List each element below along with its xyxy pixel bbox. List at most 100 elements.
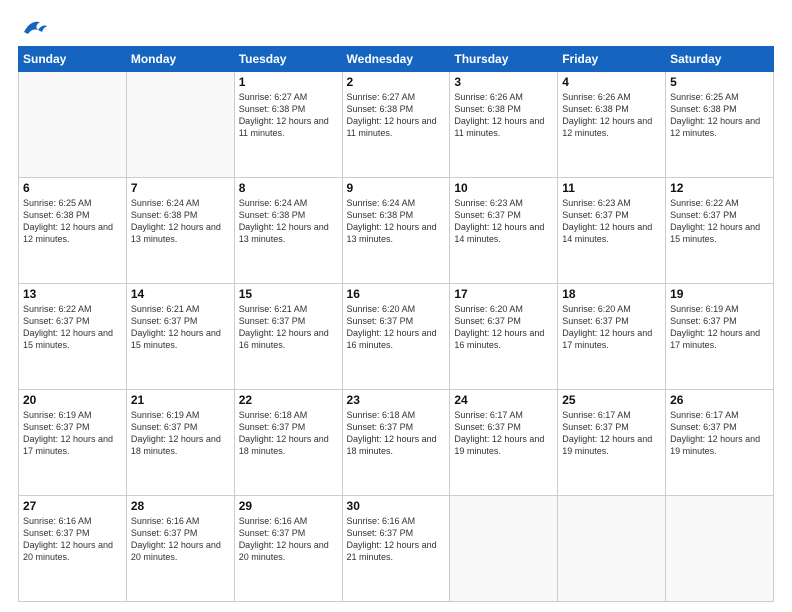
day-info: Sunrise: 6:18 AM Sunset: 6:37 PM Dayligh… bbox=[239, 409, 338, 458]
calendar-cell: 21 Sunrise: 6:19 AM Sunset: 6:37 PM Dayli… bbox=[126, 390, 234, 496]
calendar-cell: 26 Sunrise: 6:17 AM Sunset: 6:37 PM Dayli… bbox=[666, 390, 774, 496]
week-row-2: 6 Sunrise: 6:25 AM Sunset: 6:38 PM Daylig… bbox=[19, 178, 774, 284]
day-info: Sunrise: 6:26 AM Sunset: 6:38 PM Dayligh… bbox=[454, 91, 553, 140]
day-number: 1 bbox=[239, 75, 338, 89]
day-number: 23 bbox=[347, 393, 446, 407]
calendar-cell: 9 Sunrise: 6:24 AM Sunset: 6:38 PM Daylig… bbox=[342, 178, 450, 284]
day-info: Sunrise: 6:22 AM Sunset: 6:37 PM Dayligh… bbox=[23, 303, 122, 352]
day-info: Sunrise: 6:17 AM Sunset: 6:37 PM Dayligh… bbox=[670, 409, 769, 458]
day-info: Sunrise: 6:16 AM Sunset: 6:37 PM Dayligh… bbox=[23, 515, 122, 564]
calendar-cell: 15Sunrise: 6:21 AM Sunset: 6:37 PM Dayli… bbox=[234, 284, 342, 390]
day-number: 12 bbox=[670, 181, 769, 195]
day-number: 9 bbox=[347, 181, 446, 195]
week-row-5: 27 Sunrise: 6:16 AM Sunset: 6:37 PM Dayli… bbox=[19, 496, 774, 602]
day-number: 19 bbox=[670, 287, 769, 301]
day-info: Sunrise: 6:17 AM Sunset: 6:37 PM Dayligh… bbox=[454, 409, 553, 458]
day-info: Sunrise: 6:19 AM Sunset: 6:37 PM Dayligh… bbox=[131, 409, 230, 458]
day-number: 7 bbox=[131, 181, 230, 195]
day-info: Sunrise: 6:24 AM Sunset: 6:38 PM Dayligh… bbox=[131, 197, 230, 246]
calendar-cell: 20 Sunrise: 6:19 AM Sunset: 6:37 PM Dayli… bbox=[19, 390, 127, 496]
day-number: 25 bbox=[562, 393, 661, 407]
day-number: 11 bbox=[562, 181, 661, 195]
calendar-cell: 10 Sunrise: 6:23 AM Sunset: 6:37 PM Dayli… bbox=[450, 178, 558, 284]
day-info: Sunrise: 6:19 AM Sunset: 6:37 PM Dayligh… bbox=[670, 303, 769, 352]
calendar-cell: 30 Sunrise: 6:16 AM Sunset: 6:37 PM Dayli… bbox=[342, 496, 450, 602]
day-number: 4 bbox=[562, 75, 661, 89]
day-number: 18 bbox=[562, 287, 661, 301]
calendar-cell: 8 Sunrise: 6:24 AM Sunset: 6:38 PM Daylig… bbox=[234, 178, 342, 284]
day-header-sunday: Sunday bbox=[19, 47, 127, 72]
calendar-cell: 16 Sunrise: 6:20 AM Sunset: 6:37 PM Dayli… bbox=[342, 284, 450, 390]
day-info: Sunrise: 6:21 AM Sunset: 6:37 PM Dayligh… bbox=[239, 303, 338, 352]
calendar-cell: 5 Sunrise: 6:25 AM Sunset: 6:38 PM Daylig… bbox=[666, 72, 774, 178]
week-row-4: 20 Sunrise: 6:19 AM Sunset: 6:37 PM Dayli… bbox=[19, 390, 774, 496]
day-info: Sunrise: 6:16 AM Sunset: 6:37 PM Dayligh… bbox=[347, 515, 446, 564]
day-header-saturday: Saturday bbox=[666, 47, 774, 72]
day-number: 30 bbox=[347, 499, 446, 513]
calendar-cell: 11Sunrise: 6:23 AM Sunset: 6:37 PM Dayli… bbox=[558, 178, 666, 284]
calendar-cell: 13Sunrise: 6:22 AM Sunset: 6:37 PM Dayli… bbox=[19, 284, 127, 390]
day-header-thursday: Thursday bbox=[450, 47, 558, 72]
day-number: 24 bbox=[454, 393, 553, 407]
day-info: Sunrise: 6:17 AM Sunset: 6:37 PM Dayligh… bbox=[562, 409, 661, 458]
day-info: Sunrise: 6:21 AM Sunset: 6:37 PM Dayligh… bbox=[131, 303, 230, 352]
day-info: Sunrise: 6:20 AM Sunset: 6:37 PM Dayligh… bbox=[454, 303, 553, 352]
day-info: Sunrise: 6:27 AM Sunset: 6:38 PM Dayligh… bbox=[347, 91, 446, 140]
day-info: Sunrise: 6:19 AM Sunset: 6:37 PM Dayligh… bbox=[23, 409, 122, 458]
day-number: 22 bbox=[239, 393, 338, 407]
day-number: 6 bbox=[23, 181, 122, 195]
day-info: Sunrise: 6:23 AM Sunset: 6:37 PM Dayligh… bbox=[454, 197, 553, 246]
day-number: 2 bbox=[347, 75, 446, 89]
day-number: 14 bbox=[131, 287, 230, 301]
calendar-cell: 22 Sunrise: 6:18 AM Sunset: 6:37 PM Dayli… bbox=[234, 390, 342, 496]
day-info: Sunrise: 6:24 AM Sunset: 6:38 PM Dayligh… bbox=[347, 197, 446, 246]
calendar-cell: 2 Sunrise: 6:27 AM Sunset: 6:38 PM Daylig… bbox=[342, 72, 450, 178]
calendar-cell: 6 Sunrise: 6:25 AM Sunset: 6:38 PM Daylig… bbox=[19, 178, 127, 284]
calendar-cell: 3Sunrise: 6:26 AM Sunset: 6:38 PM Daylig… bbox=[450, 72, 558, 178]
logo-bird-icon bbox=[20, 18, 48, 36]
calendar-cell: 24 Sunrise: 6:17 AM Sunset: 6:37 PM Dayli… bbox=[450, 390, 558, 496]
calendar-cell bbox=[450, 496, 558, 602]
day-number: 5 bbox=[670, 75, 769, 89]
day-header-friday: Friday bbox=[558, 47, 666, 72]
day-number: 28 bbox=[131, 499, 230, 513]
day-number: 17 bbox=[454, 287, 553, 301]
day-header-wednesday: Wednesday bbox=[342, 47, 450, 72]
week-row-3: 13Sunrise: 6:22 AM Sunset: 6:37 PM Dayli… bbox=[19, 284, 774, 390]
calendar-cell: 19 Sunrise: 6:19 AM Sunset: 6:37 PM Dayli… bbox=[666, 284, 774, 390]
calendar-table: SundayMondayTuesdayWednesdayThursdayFrid… bbox=[18, 46, 774, 602]
day-info: Sunrise: 6:16 AM Sunset: 6:37 PM Dayligh… bbox=[239, 515, 338, 564]
day-info: Sunrise: 6:26 AM Sunset: 6:38 PM Dayligh… bbox=[562, 91, 661, 140]
day-info: Sunrise: 6:16 AM Sunset: 6:37 PM Dayligh… bbox=[131, 515, 230, 564]
day-header-monday: Monday bbox=[126, 47, 234, 72]
day-number: 27 bbox=[23, 499, 122, 513]
day-info: Sunrise: 6:25 AM Sunset: 6:38 PM Dayligh… bbox=[23, 197, 122, 246]
calendar-cell: 25 Sunrise: 6:17 AM Sunset: 6:37 PM Dayli… bbox=[558, 390, 666, 496]
day-info: Sunrise: 6:20 AM Sunset: 6:37 PM Dayligh… bbox=[347, 303, 446, 352]
day-header-tuesday: Tuesday bbox=[234, 47, 342, 72]
calendar-cell: 18 Sunrise: 6:20 AM Sunset: 6:37 PM Dayli… bbox=[558, 284, 666, 390]
day-number: 10 bbox=[454, 181, 553, 195]
day-header-row: SundayMondayTuesdayWednesdayThursdayFrid… bbox=[19, 47, 774, 72]
day-info: Sunrise: 6:25 AM Sunset: 6:38 PM Dayligh… bbox=[670, 91, 769, 140]
day-number: 21 bbox=[131, 393, 230, 407]
day-info: Sunrise: 6:18 AM Sunset: 6:37 PM Dayligh… bbox=[347, 409, 446, 458]
calendar-cell: 4 Sunrise: 6:26 AM Sunset: 6:38 PM Daylig… bbox=[558, 72, 666, 178]
day-number: 29 bbox=[239, 499, 338, 513]
calendar-cell: 28 Sunrise: 6:16 AM Sunset: 6:37 PM Dayli… bbox=[126, 496, 234, 602]
day-info: Sunrise: 6:27 AM Sunset: 6:38 PM Dayligh… bbox=[239, 91, 338, 140]
week-row-1: 1 Sunrise: 6:27 AM Sunset: 6:38 PM Daylig… bbox=[19, 72, 774, 178]
day-number: 16 bbox=[347, 287, 446, 301]
day-info: Sunrise: 6:24 AM Sunset: 6:38 PM Dayligh… bbox=[239, 197, 338, 246]
day-number: 8 bbox=[239, 181, 338, 195]
calendar-cell: 29 Sunrise: 6:16 AM Sunset: 6:37 PM Dayli… bbox=[234, 496, 342, 602]
day-number: 26 bbox=[670, 393, 769, 407]
calendar-cell bbox=[126, 72, 234, 178]
calendar-cell: 27 Sunrise: 6:16 AM Sunset: 6:37 PM Dayli… bbox=[19, 496, 127, 602]
calendar-cell: 7 Sunrise: 6:24 AM Sunset: 6:38 PM Daylig… bbox=[126, 178, 234, 284]
day-info: Sunrise: 6:20 AM Sunset: 6:37 PM Dayligh… bbox=[562, 303, 661, 352]
day-number: 20 bbox=[23, 393, 122, 407]
calendar-cell: 17 Sunrise: 6:20 AM Sunset: 6:37 PM Dayli… bbox=[450, 284, 558, 390]
page: SundayMondayTuesdayWednesdayThursdayFrid… bbox=[0, 0, 792, 612]
calendar-cell: 1 Sunrise: 6:27 AM Sunset: 6:38 PM Daylig… bbox=[234, 72, 342, 178]
